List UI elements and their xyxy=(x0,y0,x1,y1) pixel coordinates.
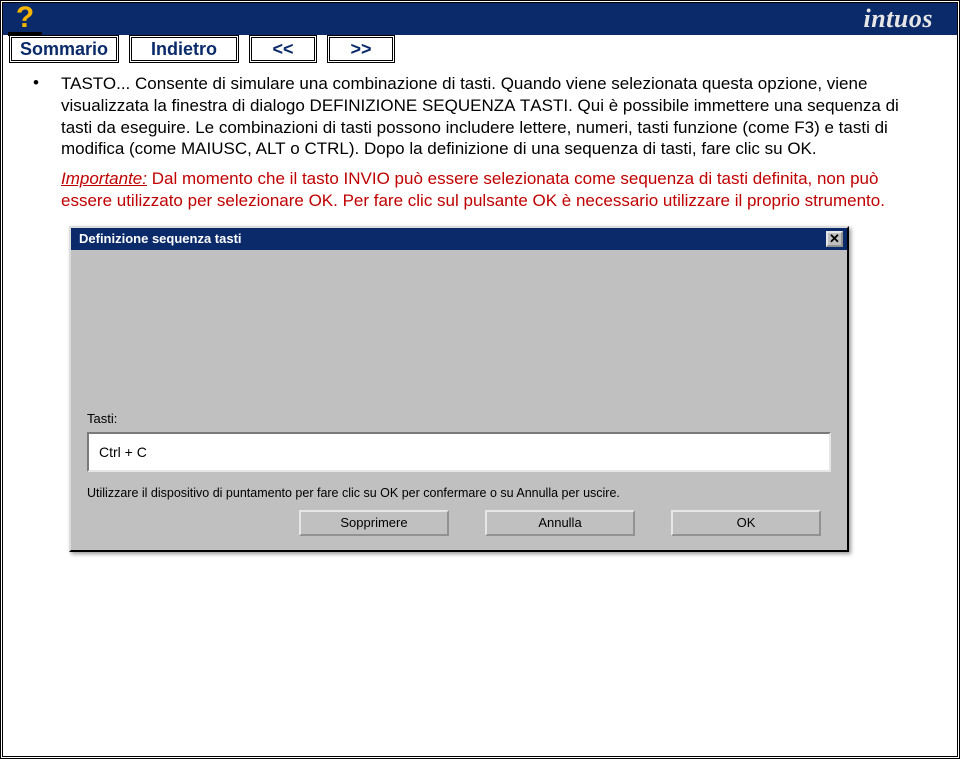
doc-mid1: S xyxy=(417,96,433,115)
close-icon[interactable]: ✕ xyxy=(826,231,843,247)
nav-back-button[interactable]: Indietro xyxy=(129,35,239,63)
page-frame: intuos ? Sommario Indietro << >> • TASTO… xyxy=(0,0,960,759)
nav-bar: Sommario Indietro << >> xyxy=(3,35,957,63)
doc-sc-5: LT xyxy=(267,139,286,158)
brand-logo: intuos xyxy=(864,4,934,34)
warning-paragraph: Importante: Dal momento che il tasto INV… xyxy=(61,168,927,212)
doc-sc-4: AIUSC xyxy=(195,139,247,158)
help-underline xyxy=(8,32,42,36)
delete-button[interactable]: Sopprimere xyxy=(299,510,449,536)
keystroke-input[interactable]: Ctrl + C xyxy=(87,432,831,472)
dialog-hint: Utilizzare il dispositivo di puntamento … xyxy=(87,486,831,500)
top-bar: intuos xyxy=(3,3,957,35)
doc-sc-2: EQUENZA xyxy=(433,96,515,115)
bullet-dot: • xyxy=(33,73,61,212)
bullet-item: • TASTO... Consente di simulare una comb… xyxy=(33,73,927,212)
dialog-titlebar: Definizione sequenza tasti ✕ xyxy=(71,228,847,250)
warning-a: Dal momento che il tasto I xyxy=(147,169,348,188)
tasti-label: Tasti: xyxy=(87,411,831,426)
ok-button[interactable]: OK xyxy=(671,510,821,536)
cancel-button[interactable]: Annulla xyxy=(485,510,635,536)
nav-next-button[interactable]: >> xyxy=(327,35,395,63)
dialog-button-row: Sopprimere Annulla OK xyxy=(87,510,831,536)
content-area: • TASTO... Consente di simulare una comb… xyxy=(3,65,957,756)
dialog-spacer xyxy=(87,260,831,411)
dialog-screenshot: Definizione sequenza tasti ✕ Tasti: Ctrl… xyxy=(69,226,927,552)
keystroke-dialog: Definizione sequenza tasti ✕ Tasti: Ctrl… xyxy=(69,226,849,552)
doc-sc-1: EFINIZIONE xyxy=(322,96,417,115)
doc-sc-3: ASTI xyxy=(530,96,568,115)
doc-heading: TASTO... xyxy=(61,74,130,93)
doc-para1-e: ). Dopo la definizione di una sequenza d… xyxy=(349,139,817,158)
doc-para1-d: o C xyxy=(286,139,317,158)
dialog-body: Tasti: Ctrl + C Utilizzare il dispositiv… xyxy=(71,250,847,550)
dialog-title: Definizione sequenza tasti xyxy=(79,231,242,246)
doc-para1-c: , A xyxy=(247,139,267,158)
warning-label: Importante: xyxy=(61,169,147,188)
nav-prev-button[interactable]: << xyxy=(249,35,317,63)
doc-sc-6: TRL xyxy=(317,139,349,158)
doc-mid2: T xyxy=(515,96,530,115)
help-block[interactable]: ? xyxy=(5,3,45,63)
warning-sc1: NVIO xyxy=(348,169,390,188)
help-icon[interactable]: ? xyxy=(16,3,34,34)
